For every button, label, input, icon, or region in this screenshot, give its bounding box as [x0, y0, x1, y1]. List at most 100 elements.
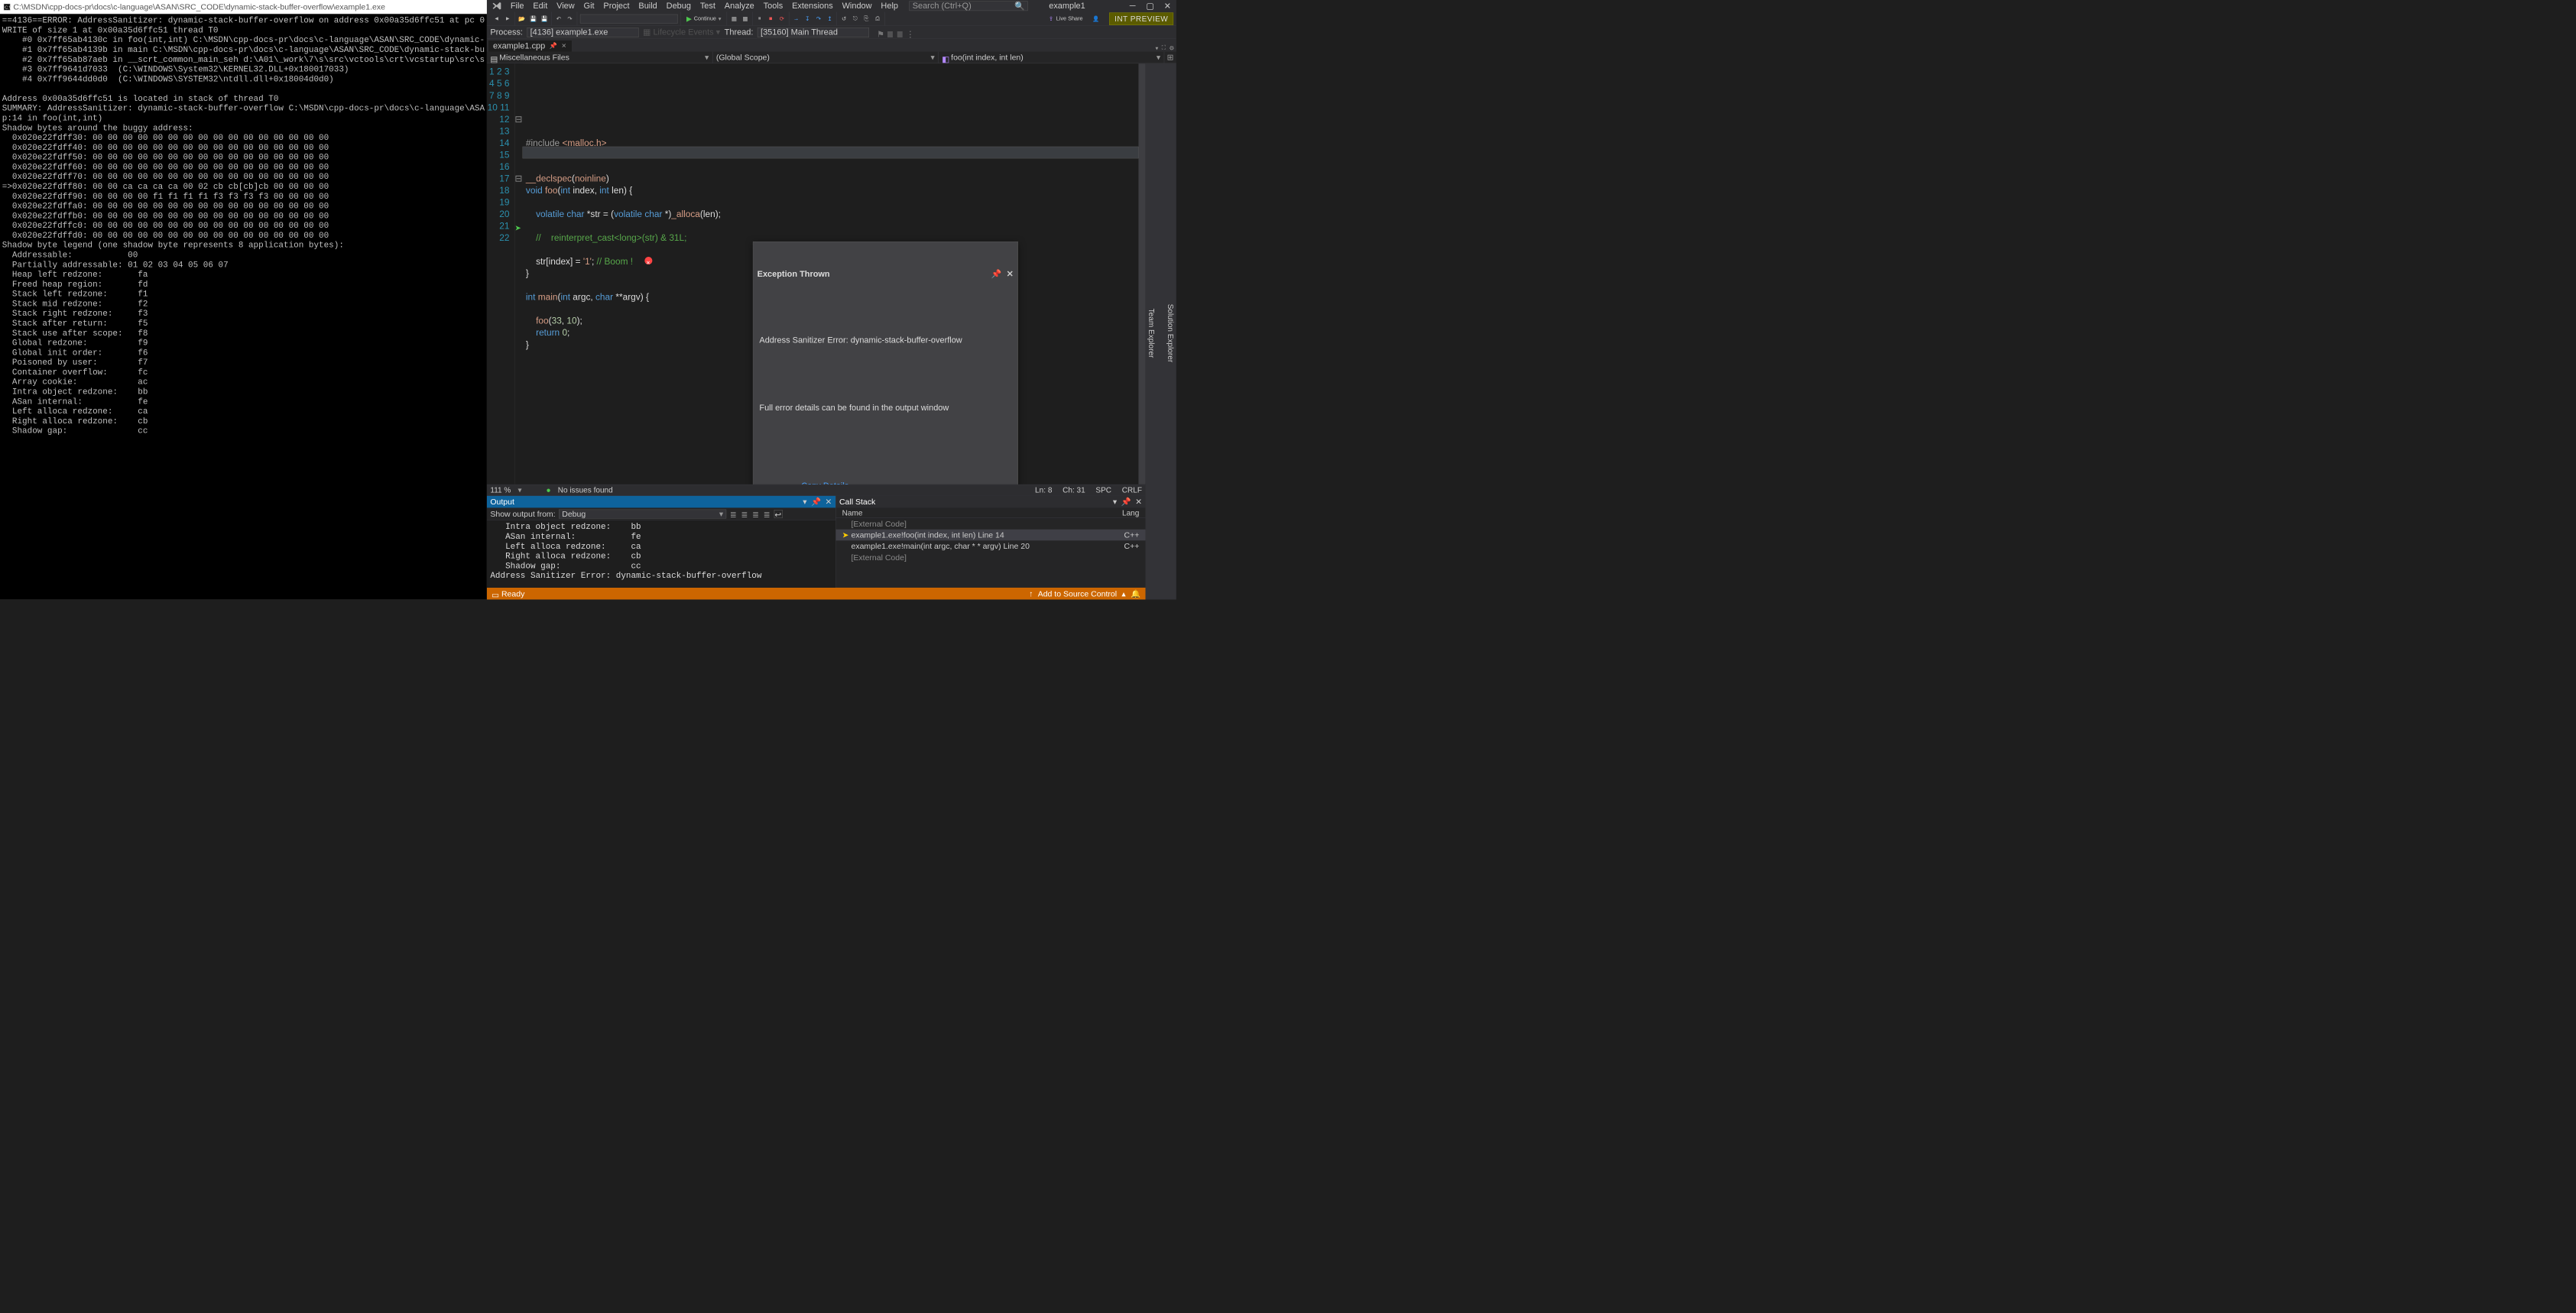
callstack-row[interactable]: example1.exe!main(int argc, char * * arg…: [835, 540, 1145, 552]
menu-window[interactable]: Window: [838, 0, 876, 12]
chevron-down-icon[interactable]: ▾: [719, 15, 722, 22]
menu-test[interactable]: Test: [696, 0, 719, 12]
menu-view[interactable]: View: [553, 0, 579, 12]
editor-scrollbar[interactable]: [1138, 63, 1145, 485]
source-control-up-icon[interactable]: ↑: [1029, 589, 1033, 598]
word-wrap-icon[interactable]: ↩: [774, 510, 782, 517]
chevron-down-icon[interactable]: ▾: [803, 497, 806, 506]
chevron-up-icon[interactable]: ▴: [1121, 589, 1125, 598]
step-over-icon[interactable]: ↷: [814, 15, 822, 23]
tb-icon-2[interactable]: ▦: [741, 15, 749, 23]
search-input[interactable]: Search (Ctrl+Q) 🔍: [910, 1, 1028, 11]
undo-icon[interactable]: ↶: [554, 15, 563, 23]
chevron-down-icon[interactable]: ▾: [1113, 497, 1117, 506]
minimize-button[interactable]: ─: [1124, 0, 1141, 12]
callstack-window: Call Stack ▾ 📌 ✕ Name Lang: [835, 496, 1145, 588]
close-icon[interactable]: ✕: [1135, 497, 1142, 506]
pin-icon[interactable]: 📌: [991, 268, 1002, 280]
callstack-row[interactable]: [External Code]: [835, 518, 1145, 530]
restart-icon[interactable]: ⟳: [777, 15, 786, 23]
feedback-icon[interactable]: 👤: [1092, 15, 1099, 22]
close-icon[interactable]: ✕: [561, 42, 566, 50]
close-button[interactable]: ✕: [1159, 0, 1176, 12]
redo-icon[interactable]: ↷: [566, 15, 574, 23]
show-next-stmt-icon[interactable]: →: [792, 15, 800, 23]
menu-extensions[interactable]: Extensions: [788, 0, 838, 12]
tb-icon-d[interactable]: ⎙: [873, 15, 881, 23]
thread-combo[interactable]: [35160] Main Thread: [758, 28, 869, 37]
callstack-row[interactable]: ➤ example1.exe!foo(int index, int len) L…: [835, 530, 1145, 541]
add-source-control[interactable]: Add to Source Control: [1038, 589, 1117, 598]
menu-project[interactable]: Project: [599, 0, 634, 12]
notifications-icon[interactable]: 🔔: [1131, 589, 1140, 598]
output-ic2[interactable]: ≣: [741, 510, 748, 517]
nav-member-combo[interactable]: ◧ foo(int index, int len) ▾: [939, 52, 1164, 63]
menu-edit[interactable]: Edit: [529, 0, 552, 12]
menu-build[interactable]: Build: [634, 0, 661, 12]
solution-config-combo[interactable]: [580, 14, 678, 23]
menu-debug[interactable]: Debug: [662, 0, 695, 12]
team-explorer-tab[interactable]: Team Explorer: [1146, 305, 1158, 361]
continue-button[interactable]: ▶ Continue ▾: [683, 14, 724, 24]
code-editor[interactable]: 1 2 3 4 5 6 7 8 9 10 11 12 13 14 15 16 1…: [487, 63, 1146, 485]
live-share-label[interactable]: Live Share: [1056, 15, 1083, 21]
menu-help[interactable]: Help: [877, 0, 902, 12]
zoom-level[interactable]: 111 %: [490, 485, 511, 494]
flag-icon[interactable]: ⚑: [877, 29, 883, 35]
pin-icon[interactable]: 📌: [1121, 497, 1131, 506]
output-source-combo[interactable]: Debug▾: [559, 509, 726, 518]
side-tool-tabs: Solution Explorer Team Explorer: [1146, 63, 1176, 599]
stack-icon-2[interactable]: ≣: [897, 29, 903, 35]
maximize-button[interactable]: ▢: [1141, 0, 1159, 12]
code-content[interactable]: ➤ #include <malloc.h> __declspec(noinlin…: [522, 63, 1138, 485]
fold-margin[interactable]: ⊟ ⊟: [514, 63, 522, 485]
split-icon[interactable]: ⊞: [1164, 53, 1176, 62]
pin-icon[interactable]: 📌: [811, 497, 821, 506]
live-share-icon[interactable]: ⇪: [1049, 15, 1053, 22]
nav-project-combo[interactable]: ▤ Miscellaneous Files ▾: [487, 52, 712, 63]
output-ic1[interactable]: ≣: [730, 510, 738, 517]
fullscreen-icon[interactable]: ⛶: [1162, 44, 1166, 51]
close-icon[interactable]: ✕: [1007, 268, 1014, 280]
nav-back-icon[interactable]: ◄: [492, 15, 501, 23]
stack-icon-3[interactable]: ⋮: [906, 29, 912, 35]
menu-git[interactable]: Git: [579, 0, 599, 12]
nav-scope-combo[interactable]: (Global Scope) ▾: [712, 52, 938, 63]
tb-icon-a[interactable]: ↺: [840, 15, 848, 23]
line-numbers: 1 2 3 4 5 6 7 8 9 10 11 12 13 14 15 16 1…: [487, 63, 515, 485]
pin-icon[interactable]: 📌: [550, 42, 557, 50]
output-ic3[interactable]: ≣: [752, 510, 760, 517]
tb-icon-c[interactable]: ⎘: [862, 15, 871, 23]
step-out-icon[interactable]: ↥: [826, 15, 834, 23]
open-file-icon[interactable]: 📂: [517, 15, 526, 23]
tab-example1-cpp[interactable]: example1.cpp 📌 ✕: [488, 40, 572, 52]
stack-icon[interactable]: ≣: [887, 29, 893, 35]
output-ic4[interactable]: ≣: [764, 510, 771, 517]
step-into-icon[interactable]: ↧: [803, 15, 812, 23]
tb-icon-1[interactable]: ▦: [730, 15, 738, 23]
process-combo[interactable]: [4136] example1.exe: [527, 28, 638, 37]
col-name[interactable]: Name: [842, 508, 863, 517]
indent-mode: SPC: [1095, 485, 1111, 494]
col-lang[interactable]: Lang: [1122, 508, 1139, 517]
close-icon[interactable]: ✕: [826, 497, 832, 506]
menu-analyze[interactable]: Analyze: [720, 0, 758, 12]
break-all-icon[interactable]: ⏸: [755, 15, 764, 23]
save-icon[interactable]: 💾: [529, 15, 537, 23]
nav-forward-icon[interactable]: ►: [504, 15, 512, 23]
menu-tools[interactable]: Tools: [759, 0, 787, 12]
exception-popup: Exception Thrown 📌 ✕ Address Sanitizer E…: [753, 242, 1018, 485]
copy-details-link[interactable]: Copy Details: [801, 481, 848, 485]
solution-explorer-tab[interactable]: Solution Explorer: [1164, 300, 1176, 366]
menu-file[interactable]: File: [506, 0, 528, 12]
console-titlebar[interactable]: C:\ C:\MSDN\cpp-docs-pr\docs\c-language\…: [0, 0, 487, 14]
gear-icon[interactable]: ⚙: [1169, 44, 1174, 51]
output-body[interactable]: Intra object redzone: bb ASan internal: …: [487, 520, 835, 588]
stop-debug-icon[interactable]: ■: [767, 15, 775, 23]
tb-icon-b[interactable]: ⎋: [851, 15, 859, 23]
callstack-body[interactable]: [External Code] ➤ example1.exe!foo(int i…: [835, 518, 1145, 588]
svg-text:C:\: C:\: [5, 5, 10, 10]
tab-dropdown-icon[interactable]: ▾: [1156, 44, 1159, 51]
save-all-icon[interactable]: 💾: [540, 15, 549, 23]
callstack-row[interactable]: [External Code]: [835, 552, 1145, 563]
